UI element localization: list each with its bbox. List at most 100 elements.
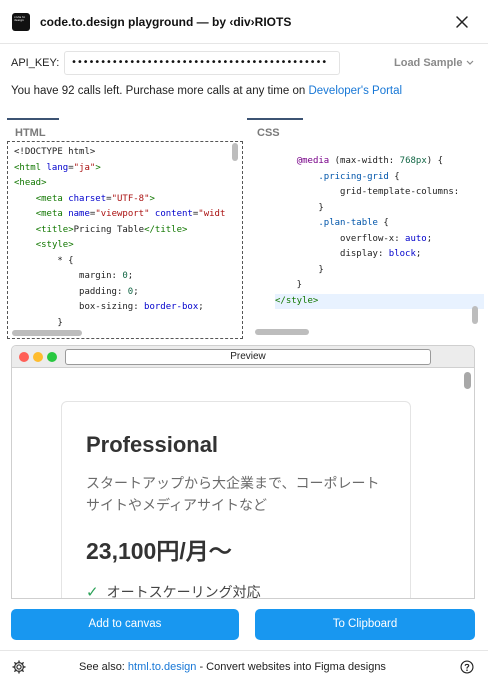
maximize-dot-icon[interactable]: [47, 352, 57, 362]
close-icon[interactable]: [454, 14, 470, 30]
code-token: .pricing-grid: [318, 171, 389, 182]
code-token: overflow-x:: [275, 233, 406, 244]
code-line: </style>: [275, 293, 484, 309]
code-token: "ja": [73, 162, 96, 173]
code-token: }: [275, 280, 303, 290]
footer-text: See also: html.to.design - Convert websi…: [79, 661, 386, 673]
html-to-design-link[interactable]: html.to.design: [128, 661, 196, 673]
window-title: code.to.design playground — by ‹div›RIOT…: [40, 15, 292, 29]
code-token: >: [95, 162, 101, 173]
code-token: 768px: [399, 156, 427, 166]
code-token: grid-template-columns:: [275, 187, 460, 197]
code-line: <meta charset="UTF-8">: [14, 192, 242, 208]
code-line: .plan-table {: [275, 216, 484, 232]
css-editor-hscroll[interactable]: [255, 329, 309, 335]
code-line: <!DOCTYPE html>: [14, 145, 242, 161]
chevron-down-icon: [467, 60, 474, 65]
tab-html[interactable]: HTML: [7, 118, 59, 140]
css-editor-vscroll[interactable]: [472, 306, 478, 324]
code-token: ;: [426, 233, 433, 244]
code-token: padding:: [14, 286, 128, 297]
code-line: .pricing-grid {: [275, 170, 484, 186]
html-editor[interactable]: <!DOCTYPE html> <html lang="ja"> <head> <m…: [7, 141, 243, 339]
code-token: <style>: [35, 240, 74, 250]
plan-price: 23,100円/月〜: [86, 538, 232, 564]
code-token: ;: [415, 249, 422, 259]
pricing-card: Professional スタートアップから大企業まで、コーポレートサイトやメデ…: [61, 401, 411, 599]
developer-portal-link[interactable]: Developer's Portal: [308, 85, 402, 97]
close-dot-icon[interactable]: [19, 352, 29, 362]
code-token: @media: [296, 156, 330, 166]
code-token: }: [14, 317, 63, 328]
load-sample-label: Load Sample: [394, 57, 463, 69]
code-token: "UTF-8": [111, 193, 150, 204]
code-token: "widt: [198, 209, 226, 219]
code-token: ) {: [426, 156, 444, 166]
code-line: }: [14, 316, 242, 332]
html-code-lines: <!DOCTYPE html> <html lang="ja"> <head> <m…: [14, 145, 242, 331]
preview-scrollbar[interactable]: [464, 372, 471, 389]
code-token: <head>: [14, 178, 47, 188]
load-sample-dropdown[interactable]: Load Sample: [394, 57, 474, 69]
code-token: (max-width:: [329, 156, 400, 166]
code-token: }: [275, 202, 324, 213]
code-token: </title>: [144, 224, 188, 235]
code-token: ;: [198, 302, 204, 312]
code-line: * {: [14, 254, 242, 270]
minimize-dot-icon[interactable]: [33, 352, 43, 362]
css-editor[interactable]: @media (max-width: 768px) { .pricing-gri…: [249, 141, 484, 339]
code-line: <head>: [14, 176, 242, 192]
css-code-lines: @media (max-width: 768px) { .pricing-gri…: [275, 154, 484, 309]
plan-description: スタートアップから大企業まで、コーポレートサイトやメディアサイトなど: [86, 475, 380, 513]
code-token: box-sizing:: [14, 302, 145, 312]
code-token: * {: [14, 255, 74, 266]
code-token: name: [68, 209, 90, 219]
code-token: {: [388, 171, 400, 182]
code-token: <html: [14, 162, 47, 173]
code-line: <style>: [14, 238, 242, 254]
title-bar: code to design code.to.design playground…: [0, 0, 488, 44]
api-key-input[interactable]: ••••••••••••••••••••••••••••••••••••••••…: [64, 51, 340, 75]
code-line: margin: 0;: [14, 269, 242, 285]
logo-text: code to design: [14, 15, 26, 23]
plan-name: Professional: [86, 432, 219, 457]
check-icon: ✓: [86, 584, 99, 599]
code-token: charset: [68, 193, 107, 204]
code-token: display:: [275, 249, 389, 259]
preview-window: Preview Professional スタートアップから大企業まで、コーポレ…: [11, 345, 475, 599]
code-line: box-sizing: border-box;: [14, 300, 242, 316]
code-token: <meta: [35, 193, 69, 204]
code-token: block: [388, 249, 416, 259]
code-line: <html lang="ja">: [14, 161, 242, 177]
code-token: <!DOCTYPE html>: [14, 147, 96, 157]
code-token: >: [149, 193, 155, 204]
code-line: grid-template-columns:: [275, 185, 484, 201]
help-icon[interactable]: [460, 660, 474, 674]
code-token: "viewport": [95, 209, 150, 219]
html-editor-vscroll[interactable]: [232, 143, 238, 161]
app-logo: code to design: [12, 13, 30, 31]
tab-css[interactable]: CSS: [247, 118, 303, 140]
add-to-canvas-button[interactable]: Add to canvas: [11, 609, 239, 640]
to-clipboard-button[interactable]: To Clipboard: [255, 609, 475, 640]
code-token: {: [377, 218, 389, 228]
code-line: display: block;: [275, 247, 484, 263]
code-token: content: [154, 209, 193, 219]
code-line: }: [275, 263, 484, 279]
html-editor-hscroll[interactable]: [12, 330, 82, 336]
preview-titlebar: Preview: [12, 346, 474, 368]
api-key-label: API_KEY:: [11, 57, 60, 69]
code-line: padding: 0;: [14, 285, 242, 301]
code-token: ;: [133, 286, 139, 297]
code-line: }: [275, 278, 484, 294]
feature-item: ✓ オートスケーリング対応: [86, 582, 261, 599]
code-token: border-box: [144, 302, 199, 312]
code-token: }: [275, 264, 324, 275]
gear-icon[interactable]: [12, 660, 26, 674]
